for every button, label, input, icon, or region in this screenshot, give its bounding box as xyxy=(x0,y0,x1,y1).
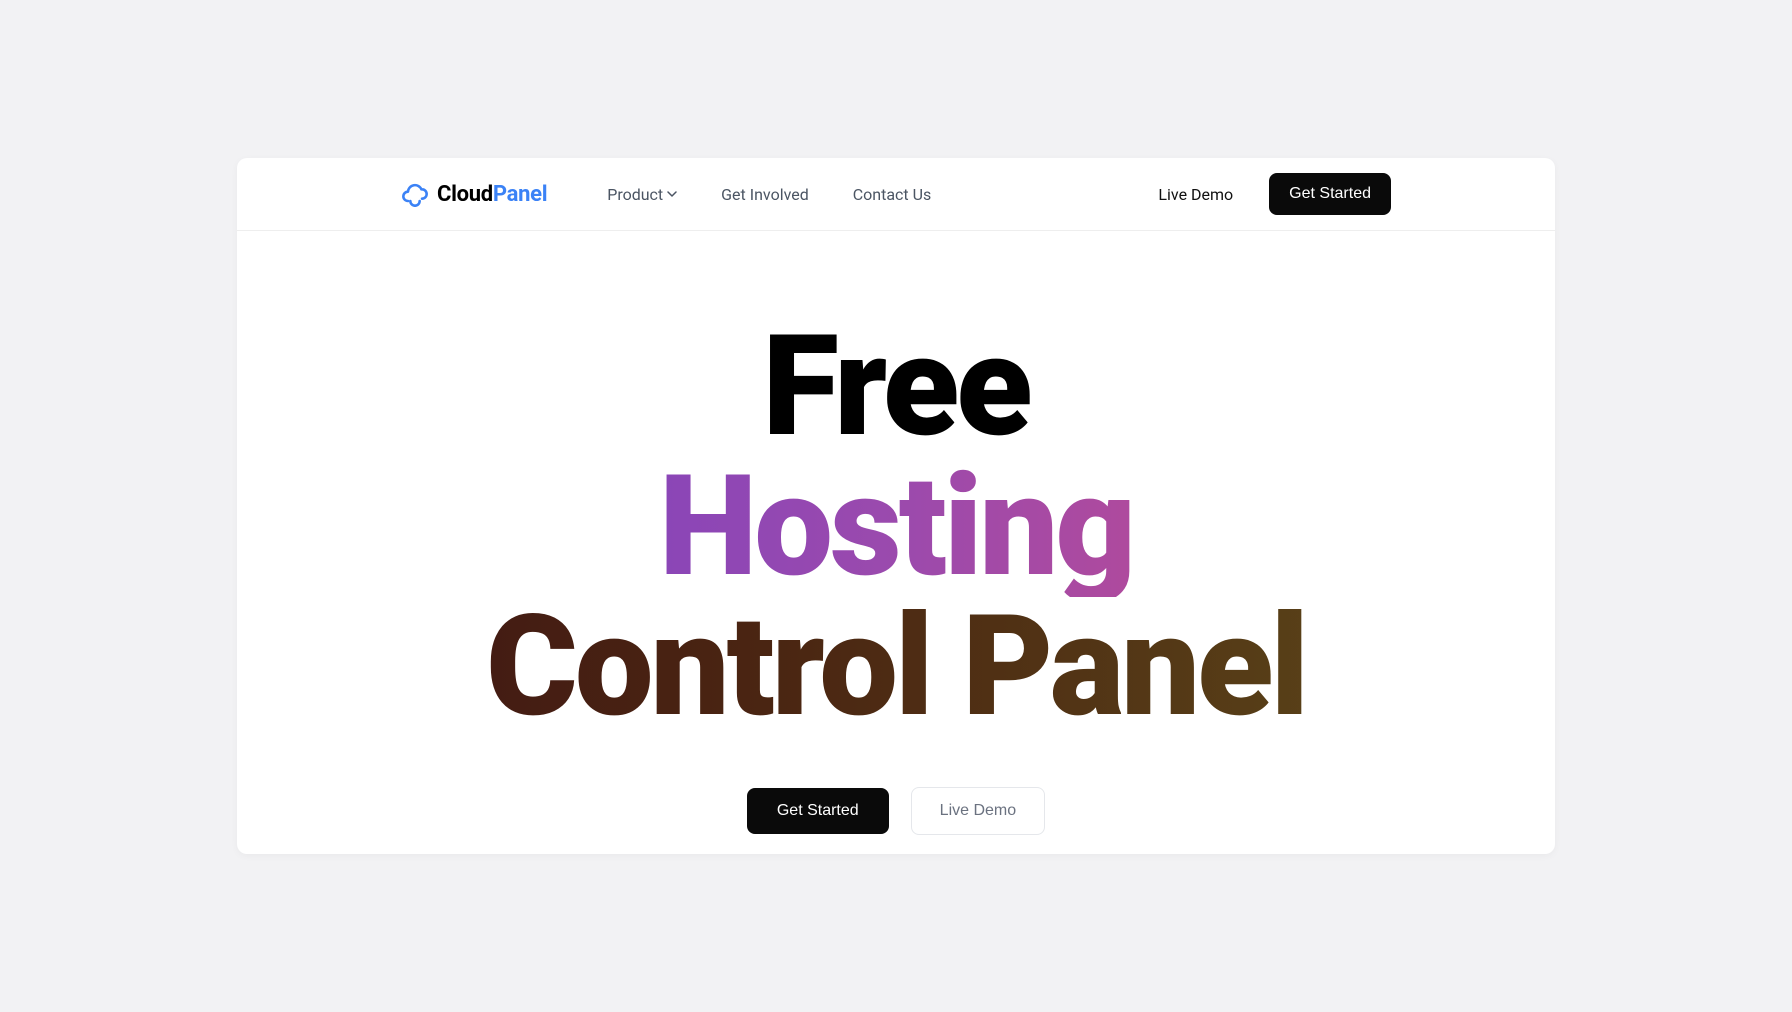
logo-text: CloudPanel xyxy=(437,182,547,207)
get-started-label: Get Started xyxy=(1289,185,1371,203)
nav-get-involved[interactable]: Get Involved xyxy=(721,185,809,204)
live-demo-label: Live Demo xyxy=(1158,185,1233,204)
topbar: CloudPanel Product Get Involved Contact … xyxy=(237,158,1555,231)
page-card: CloudPanel Product Get Involved Contact … xyxy=(237,158,1555,854)
hero-live-demo-label: Live Demo xyxy=(940,802,1016,820)
nav-get-involved-label: Get Involved xyxy=(721,185,809,204)
chevron-down-icon xyxy=(667,189,677,199)
topbar-right: Live Demo Get Started xyxy=(1158,173,1391,215)
hero-actions: Get Started Live Demo xyxy=(237,787,1555,835)
hero-line-hosting: Hosting xyxy=(237,457,1555,597)
logo[interactable]: CloudPanel xyxy=(401,180,547,208)
hero: Free Hosting Control Panel Get Started L… xyxy=(237,231,1555,835)
hero-get-started-label: Get Started xyxy=(777,802,859,820)
logo-text-panel: Panel xyxy=(493,182,547,207)
hero-line-free: Free xyxy=(237,317,1555,457)
nav-contact-us[interactable]: Contact Us xyxy=(853,185,932,204)
logo-text-cloud: Cloud xyxy=(437,182,493,207)
hero-line-control: Control Panel xyxy=(237,597,1555,737)
cloud-icon xyxy=(401,180,429,208)
nav-product[interactable]: Product xyxy=(607,185,677,204)
nav-contact-us-label: Contact Us xyxy=(853,185,932,204)
hero-get-started-button[interactable]: Get Started xyxy=(747,788,889,834)
get-started-button[interactable]: Get Started xyxy=(1269,173,1391,215)
nav: Product Get Involved Contact Us xyxy=(607,185,931,204)
live-demo-link[interactable]: Live Demo xyxy=(1158,185,1233,204)
nav-product-label: Product xyxy=(607,185,663,204)
hero-live-demo-button[interactable]: Live Demo xyxy=(911,787,1045,835)
